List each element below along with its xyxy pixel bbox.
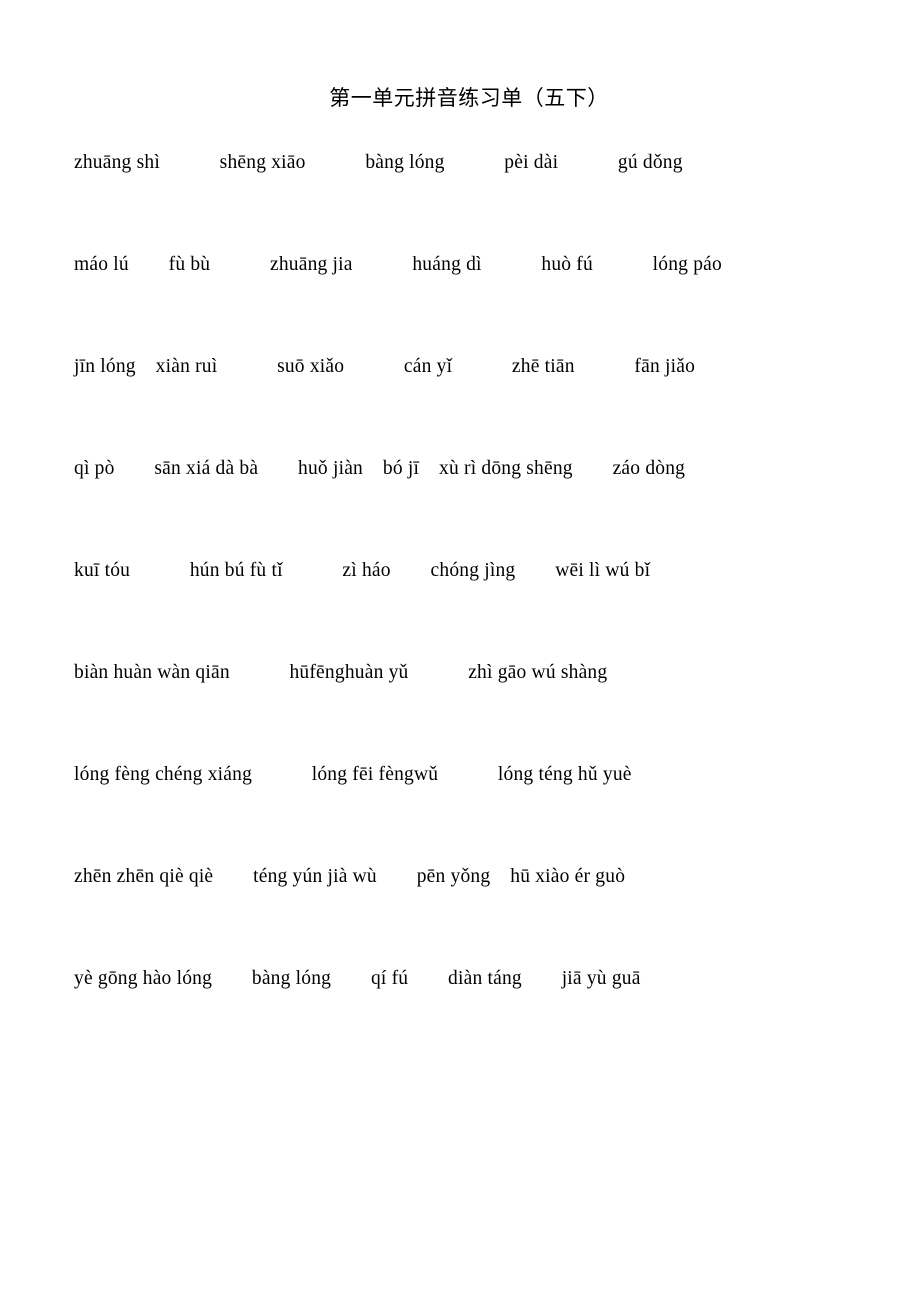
pinyin-group: hū xiào ér guò [510,866,626,888]
pinyin-group: qì pò [74,458,115,480]
pinyin-group: lóng fēi fèngwǔ [311,764,439,786]
pinyin-group: huò fú [541,254,593,276]
pinyin-group: hún bú fù tǐ [189,560,283,582]
pinyin-group: hūfēnghuàn yǔ [289,662,409,684]
pinyin-group: lóng páo [652,254,722,276]
pinyin-row-4: qì pò sān xiá dà bà huǒ jiàn bó jī xù rì dōn… [74,447,862,491]
pinyin-group: kuī tóu [74,560,131,582]
pinyin-list: zhuāng shì shēng xiāo bàng lóng pèi dài gú d… [0,111,920,1001]
pinyin-group: zhēn zhēn qiè qiè [74,866,214,888]
pinyin-group: qí fú [370,968,409,990]
pinyin-row-1: zhuāng shì shēng xiāo bàng lóng pèi dài gú d… [74,141,862,185]
pinyin-group: bàng lóng [251,968,332,990]
pinyin-row-6: biàn huàn wàn qiān hūfēnghuàn yǔ zhì gāo w… [74,651,862,695]
pinyin-row-8: zhēn zhēn qiè qiè téng yún jià wù pēn yǒng… [74,855,862,899]
pinyin-group: fān jiǎo [634,356,696,378]
pinyin-row-9: yè gōng hào lóng bàng lóng qí fú diàn táng j… [74,957,862,1001]
pinyin-group: huǒ jiàn [298,458,363,480]
pinyin-group: bàng lóng [365,152,445,174]
pinyin-group: lóng téng hǔ yuè [497,764,632,786]
pinyin-group: zì háo [342,560,391,582]
pinyin-group: gú dǒng [617,152,683,174]
pinyin-group: zhē tiān [511,356,575,378]
pinyin-group: pèi dài [504,152,559,174]
pinyin-group: jīn lóng [74,356,136,378]
pinyin-group: suō xiǎo [277,356,345,378]
page-title: 第一单元拼音练习单（五下） [329,86,609,110]
pinyin-row-2: máo lú fù bù zhuāng jia huáng dì huò fú lóng … [74,243,862,287]
pinyin-row-3: jīn lóng xiàn ruì suō xiǎo cán yǐ zhē tiān fā… [74,345,862,389]
pinyin-group: pēn yǒng [416,866,491,888]
pinyin-group: máo lú [74,254,129,276]
pinyin-group: fù bù [168,254,211,276]
pinyin-group: téng yún jià wù [253,866,377,888]
pinyin-group: chóng jìng [430,560,516,582]
pinyin-group: yè gōng hào lóng [74,968,213,990]
pinyin-row-5: kuī tóu hún bú fù tǐ zì háo chóng jìng wēi l… [74,549,862,593]
pinyin-group: wēi lì wú bǐ [555,560,651,582]
pinyin-group: cán yǐ [403,356,453,378]
pinyin-group: huáng dì [412,254,482,276]
pinyin-group: biàn huàn wàn qiān [74,662,230,684]
pinyin-group: zhuāng jia [269,254,353,276]
pinyin-group: zhuāng shì [74,152,160,174]
pinyin-group: xiàn ruì [155,356,218,378]
pinyin-group: shēng xiāo [219,152,306,174]
pinyin-group: sān xiá dà bà [154,458,259,480]
pinyin-group: bó jī [382,458,420,480]
pinyin-group: jiā yù guā [561,968,641,990]
pinyin-group: záo dòng [612,458,686,480]
pinyin-group: xù rì dōng shēng [439,458,573,480]
pinyin-row-7: lóng fèng chéng xiáng lóng fēi fèngwǔ lóng… [74,753,862,797]
pinyin-group: lóng fèng chéng xiáng [74,764,253,786]
pinyin-group: diàn táng [448,968,522,990]
pinyin-group: zhì gāo wú shàng [468,662,608,684]
worksheet-page: 第一单元拼音练习单（五下） zhuāng shì shēng xiāo bàng l… [0,0,920,1303]
